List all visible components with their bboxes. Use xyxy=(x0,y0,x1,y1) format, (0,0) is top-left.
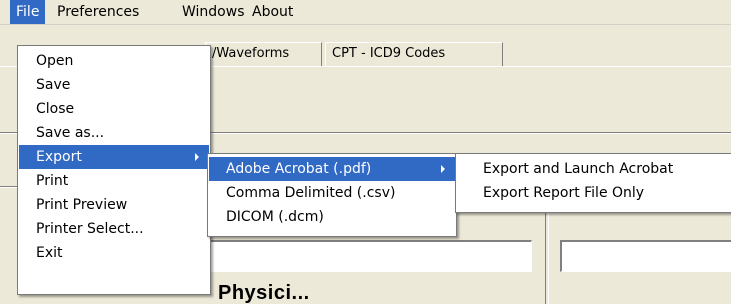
export-submenu: Adobe Acrobat (.pdf) Comma Delimited (.c… xyxy=(207,153,457,237)
section-heading: Physici... xyxy=(218,282,310,304)
file-menu: Open Save Close Save as... Export Print … xyxy=(17,45,211,295)
menu-item-export[interactable]: Export xyxy=(19,145,209,169)
tab-cpt-icd9-codes[interactable]: CPT - ICD9 Codes xyxy=(325,42,503,66)
menu-item-comma-delimited[interactable]: Comma Delimited (.csv) xyxy=(209,181,455,205)
menu-item-printer-select[interactable]: Printer Select... xyxy=(19,217,209,241)
menu-item-save-as[interactable]: Save as... xyxy=(19,121,209,145)
menu-item-print[interactable]: Print xyxy=(19,169,209,193)
menu-item-export-report-only[interactable]: Export Report File Only xyxy=(457,181,731,205)
menu-about[interactable]: About xyxy=(246,0,299,24)
menu-bar: File Preferences Windows About xyxy=(0,0,731,25)
menu-item-export-label: Export xyxy=(36,149,82,165)
menu-item-print-preview[interactable]: Print Preview xyxy=(19,193,209,217)
menu-item-export-launch-acrobat[interactable]: Export and Launch Acrobat xyxy=(457,157,731,181)
menu-item-adobe-acrobat-label: Adobe Acrobat (.pdf) xyxy=(226,161,372,177)
text-field[interactable] xyxy=(560,240,731,272)
menu-preferences[interactable]: Preferences xyxy=(51,0,145,24)
app-window: File Preferences Windows About /Waveform… xyxy=(0,0,731,304)
text-field[interactable] xyxy=(200,240,532,272)
acrobat-submenu: Export and Launch Acrobat Export Report … xyxy=(455,153,731,213)
menu-item-dicom[interactable]: DICOM (.dcm) xyxy=(209,205,455,229)
menu-file[interactable]: File xyxy=(10,0,46,24)
menu-item-exit[interactable]: Exit xyxy=(19,241,209,265)
menu-windows[interactable]: Windows xyxy=(176,0,251,24)
menu-item-close[interactable]: Close xyxy=(19,97,209,121)
menu-item-save[interactable]: Save xyxy=(19,73,209,97)
menu-item-adobe-acrobat[interactable]: Adobe Acrobat (.pdf) xyxy=(209,157,455,181)
tab-waveforms[interactable]: /Waveforms xyxy=(205,42,322,66)
submenu-arrow-icon xyxy=(195,153,199,161)
menu-item-open[interactable]: Open xyxy=(19,49,209,73)
submenu-arrow-icon xyxy=(441,165,445,173)
